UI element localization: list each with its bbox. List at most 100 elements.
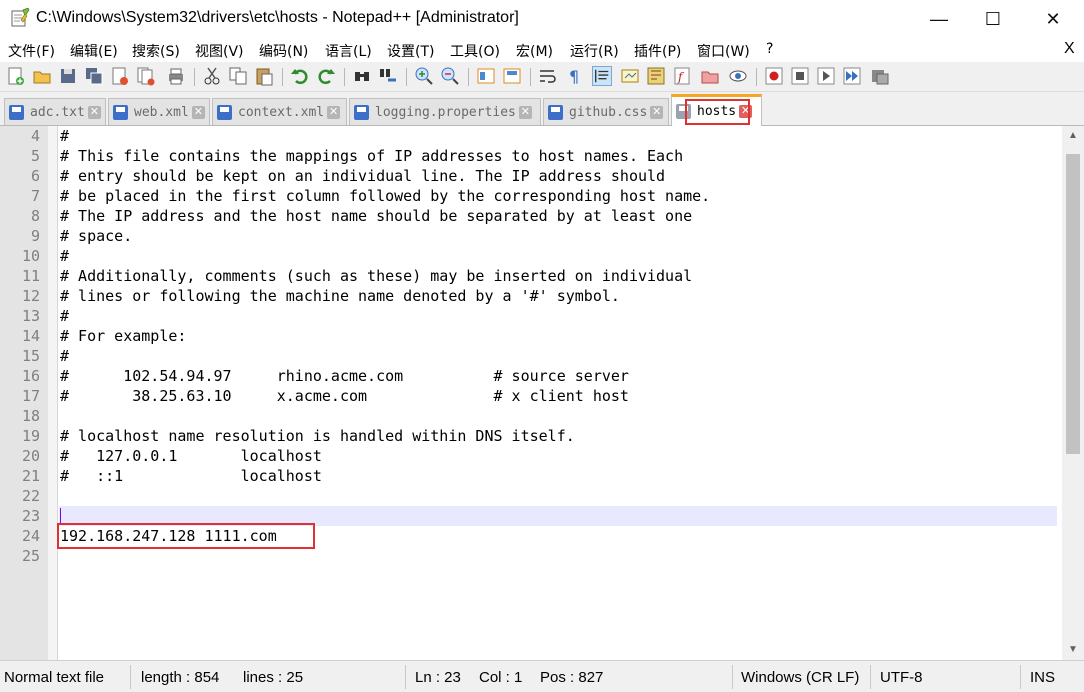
language-define-icon[interactable]: [620, 66, 640, 86]
menu-help[interactable]: ?: [766, 41, 773, 57]
text-editor[interactable]: 4 # 5 # This file contains the mappings of…: [0, 126, 1062, 660]
scroll-down-icon[interactable]: ▼: [1062, 640, 1084, 660]
line-text[interactable]: # entry should be kept on an individual …: [60, 166, 665, 186]
minimize-button[interactable]: —: [916, 0, 962, 38]
paste-icon[interactable]: [254, 66, 274, 86]
sync-horizontal-icon[interactable]: [502, 66, 522, 86]
menu-macro[interactable]: 宏(M): [516, 41, 553, 61]
menu-view[interactable]: 视图(V): [195, 41, 244, 61]
tab-hosts[interactable]: hosts ✕: [671, 94, 762, 126]
menu-plugins[interactable]: 插件(P): [634, 41, 681, 61]
status-insert-mode[interactable]: INS: [1030, 669, 1055, 686]
folder-workspace-icon[interactable]: [700, 66, 720, 86]
replace-icon[interactable]: [378, 66, 398, 86]
line-text[interactable]: #: [60, 306, 69, 326]
editor-line[interactable]: 19 # localhost name resolution is handled…: [0, 426, 1062, 446]
line-text[interactable]: # For example:: [60, 326, 186, 346]
editor-line[interactable]: 20 # 127.0.0.1 localhost: [0, 446, 1062, 466]
line-text[interactable]: 192.168.247.128 1111.com: [60, 526, 277, 546]
line-text[interactable]: # lines or following the machine name de…: [60, 286, 620, 306]
print-icon[interactable]: [166, 66, 186, 86]
close-all-icon[interactable]: [136, 66, 156, 86]
tab-context-xml[interactable]: context.xml ✕: [212, 98, 347, 125]
editor-line[interactable]: 7 # be placed in the first column followe…: [0, 186, 1062, 206]
line-text[interactable]: #: [60, 126, 69, 146]
editor-line[interactable]: 14 # For example:: [0, 326, 1062, 346]
editor-line[interactable]: 13 #: [0, 306, 1062, 326]
editor-line[interactable]: 18: [0, 406, 1062, 426]
tab-web-xml[interactable]: web.xml ✕: [108, 98, 210, 125]
play-macro-icon[interactable]: [816, 66, 836, 86]
tab-close-icon[interactable]: ✕: [650, 105, 664, 119]
line-text[interactable]: # 102.54.94.97 rhino.acme.com # source s…: [60, 366, 629, 386]
line-text[interactable]: # The IP address and the host name shoul…: [60, 206, 692, 226]
line-text[interactable]: #: [60, 246, 69, 266]
tab-close-icon[interactable]: ✕: [327, 105, 341, 119]
function-list-icon[interactable]: f: [672, 66, 692, 86]
editor-line[interactable]: 5 # This file contains the mappings of IP…: [0, 146, 1062, 166]
tab-adc-txt[interactable]: adc.txt ✕: [4, 98, 106, 125]
copy-icon[interactable]: [228, 66, 248, 86]
editor-line[interactable]: 24 192.168.247.128 1111.com: [0, 526, 1062, 546]
maximize-button[interactable]: ☐: [970, 0, 1016, 38]
line-text[interactable]: # This file contains the mappings of IP …: [60, 146, 683, 166]
editor-line[interactable]: 4 #: [0, 126, 1062, 146]
editor-line[interactable]: 15 #: [0, 346, 1062, 366]
indent-guide-icon[interactable]: [592, 66, 612, 86]
cut-icon[interactable]: [202, 66, 222, 86]
stop-macro-icon[interactable]: [790, 66, 810, 86]
word-wrap-icon[interactable]: [538, 66, 558, 86]
editor-line[interactable]: 11 # Additionally, comments (such as thes…: [0, 266, 1062, 286]
editor-line[interactable]: 12 # lines or following the machine name …: [0, 286, 1062, 306]
line-text[interactable]: # 38.25.63.10 x.acme.com # x client host: [60, 386, 629, 406]
open-file-icon[interactable]: [32, 66, 52, 86]
line-text[interactable]: # space.: [60, 226, 132, 246]
redo-icon[interactable]: [316, 66, 336, 86]
run-macro-multiple-icon[interactable]: [842, 66, 862, 86]
editor-line[interactable]: 17 # 38.25.63.10 x.acme.com # x client ho…: [0, 386, 1062, 406]
line-text[interactable]: #: [60, 346, 69, 366]
undo-icon[interactable]: [290, 66, 310, 86]
record-macro-icon[interactable]: [764, 66, 784, 86]
menu-tools[interactable]: 工具(O): [450, 41, 500, 61]
save-icon[interactable]: [58, 66, 78, 86]
tab-close-icon[interactable]: ✕: [518, 105, 532, 119]
status-encoding[interactable]: UTF-8: [880, 669, 923, 686]
vertical-scrollbar[interactable]: ▲ ▼: [1062, 126, 1084, 660]
close-file-icon[interactable]: [110, 66, 130, 86]
line-text[interactable]: # localhost name resolution is handled w…: [60, 426, 575, 446]
save-all-icon[interactable]: [84, 66, 104, 86]
close-document-button[interactable]: X: [1064, 40, 1075, 58]
status-eol-format[interactable]: Windows (CR LF): [741, 669, 859, 686]
editor-line[interactable]: 21 # ::1 localhost: [0, 466, 1062, 486]
document-map-icon[interactable]: [646, 66, 666, 86]
editor-line[interactable]: 9 # space.: [0, 226, 1062, 246]
menu-settings[interactable]: 设置(T): [387, 41, 434, 61]
sync-vertical-icon[interactable]: [476, 66, 496, 86]
editor-line[interactable]: 22: [0, 486, 1062, 506]
editor-line[interactable]: 25: [0, 546, 1062, 566]
tab-close-icon[interactable]: ✕: [739, 105, 753, 118]
line-text[interactable]: # Additionally, comments (such as these)…: [60, 266, 692, 286]
menu-file[interactable]: 文件(F): [8, 41, 55, 61]
tab-close-icon[interactable]: ✕: [87, 105, 101, 119]
line-text[interactable]: # ::1 localhost: [60, 466, 322, 486]
scroll-up-icon[interactable]: ▲: [1062, 126, 1084, 146]
editor-line[interactable]: 16 # 102.54.94.97 rhino.acme.com # source…: [0, 366, 1062, 386]
zoom-in-icon[interactable]: [414, 66, 434, 86]
tab-logging-properties[interactable]: logging.properties ✕: [349, 98, 541, 125]
close-window-button[interactable]: ✕: [1030, 0, 1076, 38]
find-icon[interactable]: [352, 66, 372, 86]
menu-language[interactable]: 语言(L): [325, 41, 372, 61]
line-text[interactable]: # 127.0.0.1 localhost: [60, 446, 322, 466]
menu-search[interactable]: 搜索(S): [132, 41, 180, 61]
menu-run[interactable]: 运行(R): [570, 41, 619, 61]
menu-encoding[interactable]: 编码(N): [259, 41, 308, 61]
editor-line[interactable]: 6 # entry should be kept on an individual…: [0, 166, 1062, 186]
editor-line-current[interactable]: 23: [0, 506, 1062, 526]
line-text[interactable]: # be placed in the first column followed…: [60, 186, 710, 206]
tab-close-icon[interactable]: ✕: [191, 105, 205, 119]
new-file-icon[interactable]: [6, 66, 26, 86]
editor-line[interactable]: 8 # The IP address and the host name shou…: [0, 206, 1062, 226]
monitoring-icon[interactable]: [728, 66, 748, 86]
